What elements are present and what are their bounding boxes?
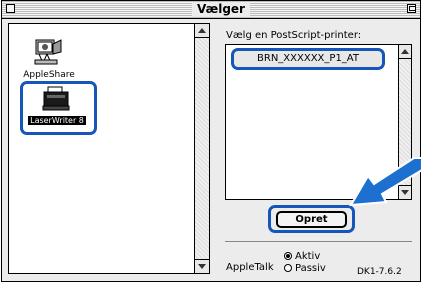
down-arrow-icon	[198, 264, 206, 269]
radio-button[interactable]	[284, 264, 292, 272]
radio-aktiv[interactable]: Aktiv	[284, 251, 320, 262]
pointer-arrow-icon	[349, 157, 423, 207]
printer-list-label: Vælg en PostScript-printer:	[226, 30, 362, 41]
version-label: DK1-7.6.2	[357, 267, 402, 277]
radio-button-selected[interactable]	[284, 252, 292, 260]
device-label: AppleShare	[23, 70, 75, 80]
appletalk-label: AppleTalk	[226, 262, 274, 273]
radio-passiv[interactable]: Passiv	[284, 263, 326, 274]
selection-highlight	[20, 81, 97, 135]
printer-row[interactable]: BRN_XXXXXX_P1_AT	[231, 48, 385, 70]
divider	[225, 241, 412, 242]
scroll-up-arrow[interactable]	[399, 45, 411, 59]
close-box[interactable]	[6, 4, 15, 13]
zoom-box[interactable]	[407, 4, 416, 13]
up-arrow-icon	[198, 28, 206, 33]
device-item-appleshare[interactable]: AppleShare	[9, 36, 89, 80]
device-list[interactable]: AppleShare LaserWriter 8	[8, 23, 210, 274]
appleshare-icon	[34, 39, 62, 65]
scroll-up-arrow[interactable]	[195, 24, 209, 38]
window-title: Vælger	[192, 2, 250, 17]
scroll-down-arrow[interactable]	[195, 259, 209, 273]
opret-button[interactable]: Opret	[276, 211, 347, 228]
up-arrow-icon	[401, 49, 409, 54]
device-list-scrollbar[interactable]	[194, 24, 209, 273]
title-bar[interactable]: Vælger	[2, 1, 420, 19]
